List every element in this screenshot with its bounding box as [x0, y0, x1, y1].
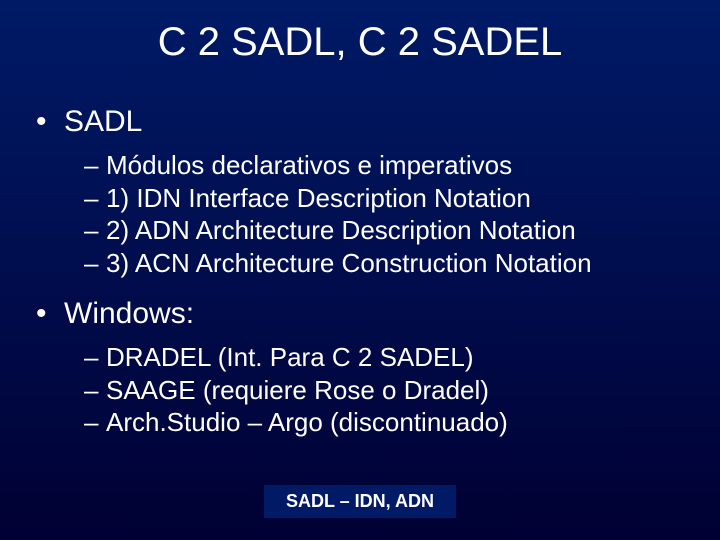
bullet-dot: • [36, 105, 64, 139]
list-item: –Módulos declarativos e imperativos [84, 149, 690, 182]
section-heading: •SADL [30, 105, 690, 139]
heading-text: Windows: [64, 297, 194, 330]
list-item: –Arch.Studio – Argo (discontinuado) [84, 406, 690, 439]
slide-title: C 2 SADL, C 2 SADEL [0, 0, 720, 75]
dash-icon: – [84, 374, 106, 407]
list-item: –SAAGE (requiere Rose o Dradel) [84, 374, 690, 407]
dash-icon: – [84, 182, 106, 215]
section-heading: •Windows: [30, 297, 690, 331]
list-item: –DRADEL (Int. Para C 2 SADEL) [84, 341, 690, 374]
dash-icon: – [84, 214, 106, 247]
sub-list: –DRADEL (Int. Para C 2 SADEL) –SAAGE (re… [30, 341, 690, 439]
heading-text: SADL [64, 105, 142, 138]
list-item: –3) ACN Architecture Construction Notati… [84, 247, 690, 280]
dash-icon: – [84, 247, 106, 280]
footer-label: SADL – IDN, ADN [264, 485, 456, 518]
item-text: 1) IDN Interface Description Notation [106, 183, 531, 213]
item-text: 3) ACN Architecture Construction Notatio… [106, 248, 592, 278]
item-text: 2) ADN Architecture Description Notation [106, 215, 576, 245]
item-text: SAAGE (requiere Rose o Dradel) [106, 375, 489, 405]
dash-icon: – [84, 406, 106, 439]
slide-content: •SADL –Módulos declarativos e imperativo… [0, 75, 720, 439]
sub-list: –Módulos declarativos e imperativos –1) … [30, 149, 690, 279]
dash-icon: – [84, 149, 106, 182]
item-text: Arch.Studio – Argo (discontinuado) [106, 407, 508, 437]
item-text: DRADEL (Int. Para C 2 SADEL) [106, 342, 474, 372]
item-text: Módulos declarativos e imperativos [106, 150, 512, 180]
bullet-dot: • [36, 297, 64, 331]
list-item: –2) ADN Architecture Description Notatio… [84, 214, 690, 247]
dash-icon: – [84, 341, 106, 374]
list-item: –1) IDN Interface Description Notation [84, 182, 690, 215]
